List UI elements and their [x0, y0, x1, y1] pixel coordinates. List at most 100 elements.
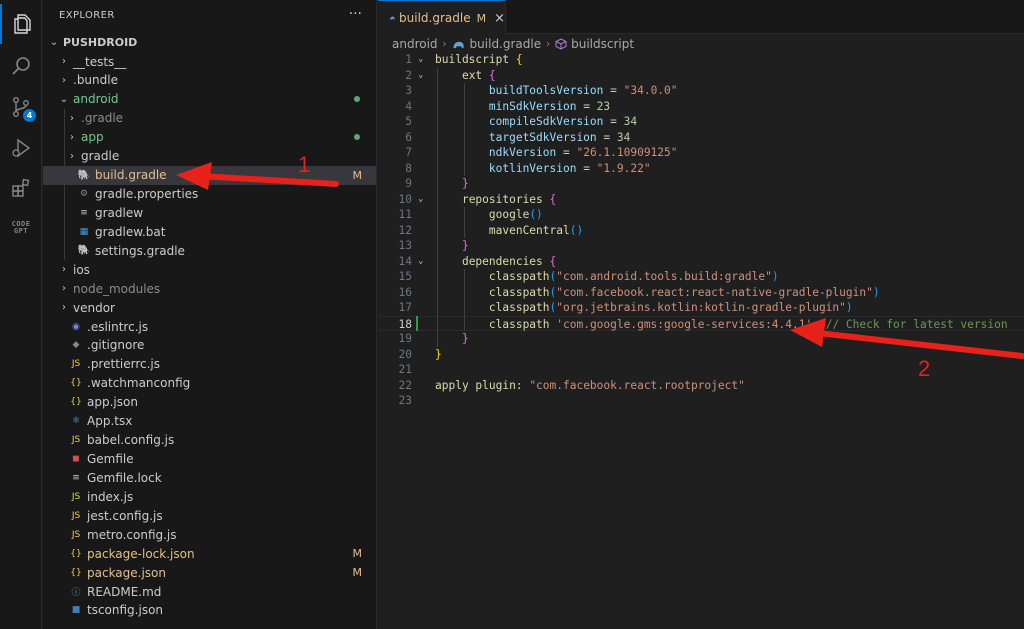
chevron-right-icon: ›: [70, 112, 74, 124]
code-token: :: [515, 378, 530, 392]
code-line[interactable]: 18 classpath 'com.google.gms:google-serv…: [378, 315, 1024, 331]
code-line[interactable]: 11 google(): [378, 207, 1024, 223]
tree-item[interactable]: {} package-lock.json M: [43, 544, 376, 563]
tree-item[interactable]: › .gradle: [43, 109, 376, 128]
breadcrumb-buildscript[interactable]: buildscript: [571, 37, 634, 51]
tree-item[interactable]: › node_modules: [43, 279, 376, 298]
fold-chevron-icon[interactable]: ⌄: [418, 254, 423, 270]
tree-item[interactable]: 🐘 build.gradle M: [43, 165, 376, 185]
code-line[interactable]: 16 classpath("com.facebook.react:react-n…: [378, 285, 1024, 301]
fold-chevron-icon[interactable]: ⌄: [418, 52, 423, 68]
codegpt-activity[interactable]: CODE GPT: [0, 208, 42, 248]
code-line[interactable]: 23: [378, 393, 1024, 409]
chevron-down-icon: ⌄: [59, 93, 69, 105]
code-line[interactable]: 15 classpath("com.android.tools.build:gr…: [378, 269, 1024, 285]
tree-item-label: app.json: [87, 395, 138, 410]
code-token: 'com.google.gms:google-services:4.4.1': [556, 317, 813, 331]
code-text: buildscript {: [435, 52, 523, 68]
tree-item[interactable]: ≡ Gemfile.lock: [43, 468, 376, 487]
source-control-activity[interactable]: 4: [0, 87, 42, 127]
tree-item[interactable]: › app: [43, 128, 376, 147]
tree-item[interactable]: › vendor: [43, 298, 376, 317]
tab-build-gradle[interactable]: build.gradle M ×: [378, 0, 506, 35]
tree-item[interactable]: JS metro.config.js: [43, 525, 376, 544]
code-line[interactable]: 2 ⌄ ext {: [378, 68, 1024, 84]
extensions-activity[interactable]: [0, 168, 42, 208]
explorer-activity[interactable]: [0, 4, 42, 44]
code-line[interactable]: 19 }: [378, 331, 1024, 347]
code-line[interactable]: 14 ⌄ dependencies {: [378, 254, 1024, 270]
tree-item[interactable]: › ios: [43, 260, 376, 279]
code-line[interactable]: 12 mavenCentral(): [378, 223, 1024, 239]
tree-item[interactable]: › .bundle: [43, 71, 376, 90]
tree-item[interactable]: JS babel.config.js: [43, 431, 376, 450]
code-text: buildToolsVersion = "34.0.0": [435, 83, 678, 99]
chevron-right-icon: ›: [62, 56, 66, 67]
tree-item[interactable]: ■ tsconfig.json: [43, 601, 376, 620]
code-text: classpath("com.android.tools.build:gradl…: [435, 269, 779, 285]
breadcrumb-build-gradle[interactable]: build.gradle: [470, 37, 542, 51]
tree-item[interactable]: 🐘 settings.gradle: [43, 241, 376, 260]
code-line[interactable]: 7 ndkVersion = "26.1.10909125": [378, 145, 1024, 161]
code-token: classpath: [488, 317, 550, 331]
search-activity[interactable]: [0, 46, 42, 86]
code-token: }: [461, 332, 469, 345]
close-icon[interactable]: ×: [494, 11, 505, 26]
line-number: 14: [398, 254, 412, 268]
code-line[interactable]: 3 buildToolsVersion = "34.0.0": [378, 83, 1024, 99]
js-icon: JS: [71, 359, 81, 370]
tree-item[interactable]: ⌄ android: [43, 90, 376, 109]
js-icon: JS: [71, 510, 81, 521]
tree-item[interactable]: ◆ .gitignore: [43, 336, 376, 355]
tree-item[interactable]: JS .prettierrc.js: [43, 355, 376, 374]
tree-item[interactable]: JS index.js: [43, 487, 376, 506]
code-line[interactable]: 13 }: [378, 238, 1024, 254]
chevron-down-icon: ⌄: [49, 37, 59, 48]
tree-item[interactable]: ◉ .eslintrc.js: [43, 317, 376, 336]
code-line[interactable]: 1 ⌄ buildscript {: [378, 52, 1024, 68]
code-line[interactable]: 17 classpath("org.jetbrains.kotlin:kotli…: [378, 300, 1024, 316]
text-file-icon: ≡: [72, 472, 80, 483]
tree-item[interactable]: ≡ gradlew: [43, 203, 376, 222]
code-line[interactable]: 6 targetSdkVersion = 34: [378, 130, 1024, 146]
tree-item[interactable]: ⚙ gradle.properties: [43, 185, 376, 204]
fold-chevron-icon[interactable]: ⌄: [418, 192, 423, 208]
tree-item-label: Gemfile.lock: [87, 470, 162, 485]
code-token: {: [515, 53, 523, 66]
explorer-title: EXPLORER: [59, 10, 115, 21]
code-line[interactable]: 4 minSdkVersion = 23: [378, 99, 1024, 115]
tree-item[interactable]: ▦ gradlew.bat: [43, 222, 376, 241]
line-number: 23: [398, 394, 412, 407]
gradle-icon: [453, 41, 464, 48]
tree-item[interactable]: ⓘ README.md: [43, 582, 376, 601]
code-text: }: [435, 238, 469, 254]
tree-item[interactable]: ⚛ App.tsx: [43, 412, 376, 431]
fold-chevron-icon[interactable]: ⌄: [418, 68, 423, 84]
run-debug-activity[interactable]: [0, 128, 42, 168]
code-line[interactable]: 9 }: [378, 176, 1024, 192]
code-line[interactable]: 5 compileSdkVersion = 34: [378, 114, 1024, 130]
tree-item[interactable]: › gradle: [43, 147, 376, 166]
line-number: 9: [405, 177, 412, 190]
code-line[interactable]: 8 kotlinVersion = "1.9.22": [378, 161, 1024, 177]
tree-item-label: .watchmanconfig: [87, 376, 191, 391]
code-token: ndkVersion: [488, 146, 557, 159]
json-icon: {}: [70, 378, 82, 389]
breadcrumb-android[interactable]: android: [392, 37, 438, 51]
tree-item[interactable]: {} app.json: [43, 393, 376, 412]
tree-item[interactable]: ◼ Gemfile: [43, 450, 376, 469]
ruby-icon: ◼: [72, 454, 80, 465]
tree-item[interactable]: {} .watchmanconfig: [43, 374, 376, 393]
more-actions-icon[interactable]: ···: [349, 6, 362, 22]
explorer-root[interactable]: ⌄ PUSHDROID: [43, 33, 376, 52]
tree-item[interactable]: JS jest.config.js: [43, 506, 376, 525]
tree-item[interactable]: {} package.json M: [43, 563, 376, 582]
json-icon: {}: [70, 548, 82, 559]
code-line[interactable]: 10 ⌄ repositories {: [378, 192, 1024, 208]
tree-item[interactable]: › __tests__: [43, 52, 376, 71]
